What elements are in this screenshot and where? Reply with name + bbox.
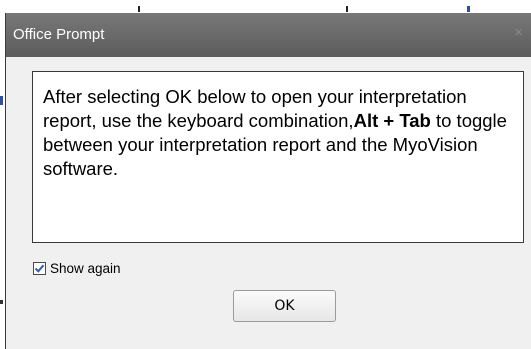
background-mark [0,96,3,105]
message-text-box: After selecting OK below to open your in… [32,71,524,243]
close-icon[interactable]: × [514,25,523,40]
show-again-label[interactable]: Show again [50,261,121,276]
keyboard-shortcut-text: Alt + Tab [353,110,431,131]
background-window-edge [0,0,531,13]
ok-button[interactable]: OK [233,290,336,322]
checkmark-icon [34,264,45,273]
office-prompt-dialog: Office Prompt × After selecting OK below… [5,13,531,349]
background-tick [467,6,470,12]
background-tick [138,6,140,12]
dialog-title: Office Prompt [13,26,105,43]
background-tick [346,6,348,12]
show-again-checkbox-row[interactable]: Show again [33,259,121,277]
show-again-checkbox[interactable] [33,261,46,275]
dialog-titlebar[interactable]: Office Prompt × [6,13,531,57]
background-mark [0,300,3,304]
